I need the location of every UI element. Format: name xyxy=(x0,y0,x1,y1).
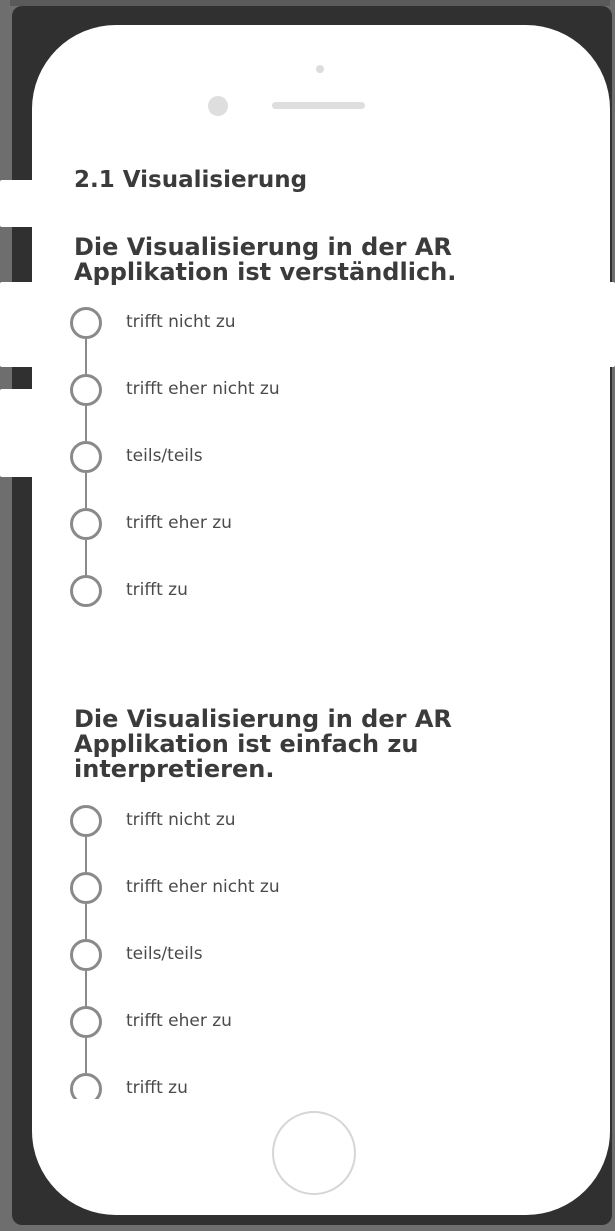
connector-line xyxy=(85,406,87,441)
connector-line xyxy=(85,473,87,508)
option-q2-4[interactable]: trifft eher zu xyxy=(70,1006,550,1073)
proximity-sensor-icon xyxy=(316,65,324,73)
option-label: teils/teils xyxy=(126,446,203,466)
connector-line xyxy=(85,837,87,872)
option-label: trifft nicht zu xyxy=(126,312,236,332)
side-button-volume-down xyxy=(0,389,34,477)
radio-icon[interactable] xyxy=(70,1006,102,1038)
side-button-power xyxy=(598,282,615,367)
option-label: trifft eher nicht zu xyxy=(126,877,280,897)
front-camera-icon xyxy=(208,96,228,116)
option-q2-5[interactable]: trifft zu xyxy=(70,1073,550,1099)
radio-icon[interactable] xyxy=(70,441,102,473)
app-screen: 2.1 Visualisierung Die Visualisierung in… xyxy=(32,137,610,1099)
radio-icon[interactable] xyxy=(70,805,102,837)
option-label: trifft nicht zu xyxy=(126,810,236,830)
option-q1-2[interactable]: trifft eher nicht zu xyxy=(70,374,550,441)
stage: 2.1 Visualisierung Die Visualisierung in… xyxy=(0,0,615,1231)
radio-icon[interactable] xyxy=(70,872,102,904)
side-button-mute xyxy=(0,180,34,227)
earpiece-speaker-icon xyxy=(272,102,365,109)
question-2-options: trifft nicht zu trifft eher nicht zu tei… xyxy=(70,805,550,1099)
phone-frame: 2.1 Visualisierung Die Visualisierung in… xyxy=(12,6,612,1225)
radio-icon[interactable] xyxy=(70,307,102,339)
option-q1-1[interactable]: trifft nicht zu xyxy=(70,307,550,374)
side-button-volume-up xyxy=(0,282,34,367)
radio-icon[interactable] xyxy=(70,939,102,971)
phone-body: 2.1 Visualisierung Die Visualisierung in… xyxy=(32,25,610,1215)
option-q1-5[interactable]: trifft zu xyxy=(70,575,550,642)
option-label: trifft zu xyxy=(126,580,188,600)
option-q1-3[interactable]: teils/teils xyxy=(70,441,550,508)
option-label: trifft eher zu xyxy=(126,513,232,533)
home-button[interactable] xyxy=(272,1111,356,1195)
option-label: trifft zu xyxy=(126,1078,188,1098)
option-q2-2[interactable]: trifft eher nicht zu xyxy=(70,872,550,939)
radio-icon[interactable] xyxy=(70,1073,102,1099)
connector-line xyxy=(85,904,87,939)
option-label: trifft eher zu xyxy=(126,1011,232,1031)
question-1-options: trifft nicht zu trifft eher nicht zu tei… xyxy=(70,307,550,642)
connector-line xyxy=(85,540,87,575)
section-title: 2.1 Visualisierung xyxy=(74,167,308,193)
connector-line xyxy=(85,1038,87,1073)
question-2-text: Die Visualisierung in der AR Applikation… xyxy=(74,705,452,783)
question-1-text: Die Visualisierung in der AR Applikation… xyxy=(74,233,457,286)
connector-line xyxy=(85,971,87,1006)
option-q2-1[interactable]: trifft nicht zu xyxy=(70,805,550,872)
connector-line xyxy=(85,339,87,374)
radio-icon[interactable] xyxy=(70,374,102,406)
option-q2-3[interactable]: teils/teils xyxy=(70,939,550,1006)
option-q1-4[interactable]: trifft eher zu xyxy=(70,508,550,575)
option-label: teils/teils xyxy=(126,944,203,964)
radio-icon[interactable] xyxy=(70,508,102,540)
option-label: trifft eher nicht zu xyxy=(126,379,280,399)
radio-icon[interactable] xyxy=(70,575,102,607)
